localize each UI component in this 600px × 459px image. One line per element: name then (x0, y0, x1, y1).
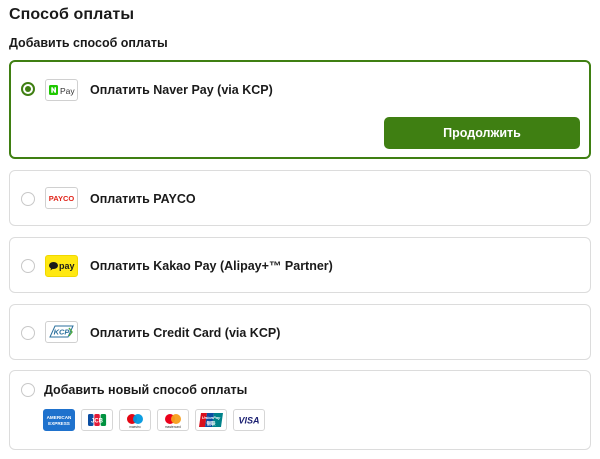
accepted-cards: AMERICAN EXPRESS JCB maestro mastercard … (43, 409, 265, 431)
continue-button[interactable]: Продолжить (384, 117, 580, 149)
add-new-label: Добавить новый способ оплаты (44, 383, 248, 397)
jcb-icon: JCB (81, 409, 113, 431)
section-subtitle: Добавить способ оплаты (9, 36, 168, 50)
payco-radio[interactable] (21, 192, 35, 206)
svg-text:Pay: Pay (60, 86, 75, 96)
naver-pay-label: Оплатить Naver Pay (via KCP) (90, 83, 273, 97)
kakao-pay-radio[interactable] (21, 259, 35, 273)
svg-text:EXPRESS: EXPRESS (48, 421, 70, 426)
payment-option-payco[interactable]: PAYCO Оплатить PAYCO (9, 170, 591, 226)
page-title: Способ оплаты (9, 6, 135, 23)
kakao-pay-label: Оплатить Kakao Pay (Alipay+™ Partner) (90, 259, 333, 273)
payment-option-naver-pay[interactable]: Pay Оплатить Naver Pay (via KCP) Продолж… (9, 60, 591, 159)
visa-icon: VISA (233, 409, 265, 431)
kcp-logo-icon: KCP (45, 321, 78, 343)
naver-pay-radio[interactable] (21, 82, 35, 96)
svg-text:JCB: JCB (91, 419, 104, 425)
add-new-payment-method[interactable]: Добавить новый способ оплаты AMERICAN EX… (9, 370, 591, 450)
payco-label: Оплатить PAYCO (90, 192, 196, 206)
kakao-pay-logo-icon: pay (45, 255, 78, 277)
credit-card-radio[interactable] (21, 326, 35, 340)
payco-logo-icon: PAYCO (45, 187, 78, 209)
svg-text:UnionPay: UnionPay (202, 415, 221, 420)
amex-icon: AMERICAN EXPRESS (43, 409, 75, 431)
svg-text:PAYCO: PAYCO (49, 194, 75, 203)
svg-text:mastercard: mastercard (165, 425, 181, 429)
maestro-icon: maestro (119, 409, 151, 431)
svg-text:VISA: VISA (238, 416, 259, 426)
svg-text:AMERICAN: AMERICAN (47, 415, 72, 420)
svg-text:pay: pay (59, 261, 75, 271)
svg-text:KCP: KCP (54, 328, 71, 337)
unionpay-icon: UnionPay 银联 (195, 409, 227, 431)
add-new-radio[interactable] (21, 383, 35, 397)
credit-card-label: Оплатить Credit Card (via KCP) (90, 326, 281, 340)
svg-text:银联: 银联 (207, 420, 216, 427)
naver-pay-logo-icon: Pay (45, 79, 78, 101)
payment-option-kakao-pay[interactable]: pay Оплатить Kakao Pay (Alipay+™ Partner… (9, 237, 591, 293)
payment-option-credit-card-kcp[interactable]: KCP Оплатить Credit Card (via KCP) (9, 304, 591, 360)
svg-text:maestro: maestro (129, 425, 141, 429)
mastercard-icon: mastercard (157, 409, 189, 431)
